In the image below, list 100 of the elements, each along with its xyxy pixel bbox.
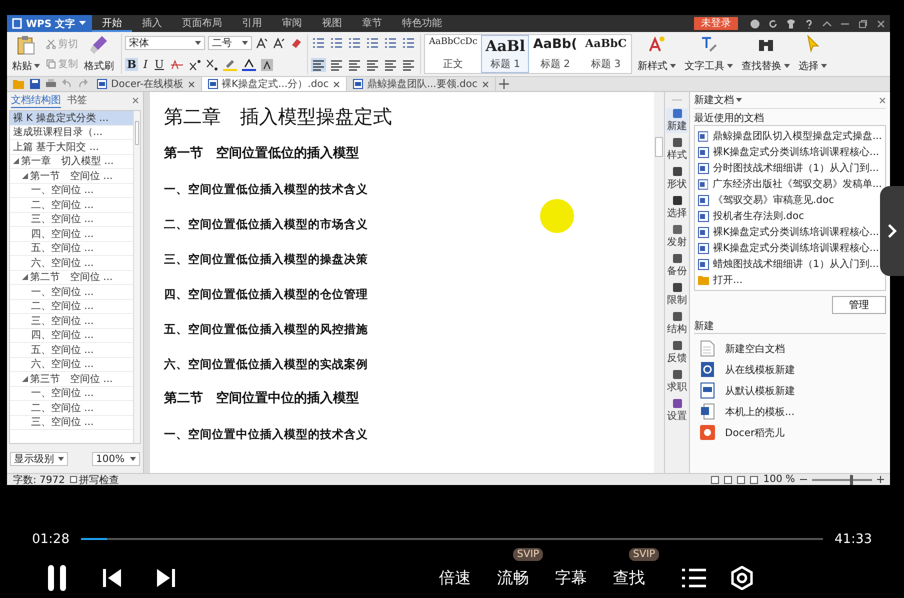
menu-tab[interactable]: 引用	[232, 15, 272, 32]
recent-document[interactable]: 裸K操盘定式分类训练培训课程核心...	[698, 144, 882, 160]
menu-tab[interactable]: 页面布局	[172, 15, 232, 32]
char-shading-icon[interactable]	[260, 58, 274, 72]
recent-document[interactable]: 蜡烛图技战术细细讲（1）从入门到...	[698, 256, 882, 272]
document-tab[interactable]: Docer-在线模板	[91, 77, 202, 91]
side-panel-handle[interactable]	[880, 186, 904, 276]
pane-title[interactable]: 新建文档	[694, 93, 742, 107]
side-tool-button[interactable]: 结构	[666, 311, 688, 336]
recent-document[interactable]: 《驾驭交易》审稿意见.doc	[698, 192, 882, 208]
paragraph-tool-icon[interactable]	[311, 36, 326, 50]
shirt-icon[interactable]	[786, 18, 796, 28]
new-document-option[interactable]: Docer稻壳儿	[694, 422, 886, 443]
refresh-icon[interactable]	[768, 18, 778, 28]
menu-tab[interactable]: 视图	[312, 15, 352, 32]
font-select[interactable]: 宋体	[125, 36, 205, 50]
close-icon[interactable]	[188, 80, 195, 88]
expander-icon[interactable]	[22, 274, 28, 280]
style-option[interactable]: AaBb( 标题 2	[529, 35, 582, 73]
paste-button[interactable]: 粘贴	[9, 34, 43, 74]
shrink-font-icon[interactable]	[272, 36, 286, 50]
side-tool-button[interactable]: 设置	[666, 398, 688, 423]
text-tools-button[interactable]: 文字工具	[682, 34, 736, 74]
recent-document[interactable]: 鼎鲸操盘团队切入模型操盘定式操盘...	[698, 128, 882, 144]
settings-icon[interactable]	[730, 566, 754, 590]
recent-document[interactable]: 裸K操盘定式分类训练培训课程核心...	[698, 240, 882, 256]
eraser-icon[interactable]	[289, 36, 303, 50]
align-icon[interactable]	[401, 58, 416, 72]
grow-font-icon[interactable]	[255, 36, 269, 50]
collapse-icon[interactable]	[822, 18, 832, 28]
menu-tab[interactable]: 开始	[92, 15, 132, 32]
menu-tab[interactable]: 特色功能	[392, 15, 452, 32]
close-icon[interactable]	[879, 96, 886, 104]
side-tool-button[interactable]: 选择	[666, 195, 688, 220]
side-tool-button[interactable]: 发射	[666, 224, 688, 249]
format-button[interactable]: B	[125, 58, 138, 72]
zoom-select[interactable]: 100%	[92, 452, 140, 466]
format-button[interactable]: I	[141, 58, 150, 72]
print-icon[interactable]	[46, 79, 56, 89]
expander-icon[interactable]	[22, 376, 28, 382]
format-button[interactable]: U	[152, 58, 166, 72]
restore-icon[interactable]	[858, 18, 868, 28]
pane-tab[interactable]: 文档结构图	[11, 92, 61, 108]
player-option[interactable]: 倍速	[439, 568, 471, 586]
align-icon[interactable]	[311, 58, 326, 72]
side-tool-button[interactable]: 求职	[666, 369, 688, 394]
side-tool-button[interactable]: 形状	[666, 166, 688, 191]
menu-tab[interactable]: 章节	[352, 15, 392, 32]
align-icon[interactable]	[329, 58, 344, 72]
scrollbar[interactable]	[654, 92, 664, 473]
strikethrough-icon[interactable]	[168, 58, 185, 72]
login-button[interactable]: 未登录	[694, 17, 738, 30]
close-icon[interactable]	[482, 80, 488, 88]
scrollbar[interactable]	[133, 111, 140, 443]
close-icon[interactable]	[332, 80, 340, 88]
new-document-option[interactable]: 从在线模板新建	[694, 359, 886, 380]
paragraph-tool-icon[interactable]	[383, 36, 398, 50]
font-size-select[interactable]: 二号	[208, 36, 252, 50]
outline-item[interactable]: 裸 K 操盘定式分类 ...	[10, 111, 133, 126]
recent-document[interactable]: 广东经济出版社《驾驭交易》发稿单...	[698, 176, 882, 192]
document-tab[interactable]: 鼎鲸操盘团队...要领.doc	[346, 77, 496, 91]
paragraph-tool-icon[interactable]	[347, 36, 362, 50]
style-option[interactable]: AaBl 标题 1	[481, 35, 530, 73]
app-menu-button[interactable]: WPS 文字	[7, 15, 92, 32]
player-option[interactable]: 流畅	[497, 568, 529, 586]
new-document-option[interactable]: 本机上的模板...	[694, 401, 886, 422]
expander-icon[interactable]	[13, 158, 19, 164]
document-tab[interactable]: 裸K操盘定式...分）.doc	[202, 77, 347, 91]
align-icon[interactable]	[347, 58, 362, 72]
side-tool-button[interactable]: 样式	[666, 137, 688, 162]
align-icon[interactable]	[383, 58, 398, 72]
pause-icon[interactable]	[46, 564, 68, 592]
find-replace-button[interactable]: 查找替换	[738, 34, 793, 74]
new-style-button[interactable]: 新样式	[634, 34, 679, 74]
zoom-in-icon[interactable]	[877, 476, 884, 483]
previous-icon[interactable]	[102, 568, 122, 588]
new-document-option[interactable]: 新建空白文档	[694, 338, 886, 359]
spell-check-checkbox[interactable]: 拼写检查	[70, 472, 119, 486]
subscript-icon[interactable]	[204, 58, 219, 72]
new-document-option[interactable]: 从默认模板新建	[694, 380, 886, 401]
player-option[interactable]: 字幕	[555, 568, 587, 586]
expander-icon[interactable]	[22, 172, 28, 179]
help-icon[interactable]	[804, 18, 814, 28]
menu-tab[interactable]: 审阅	[272, 15, 312, 32]
style-option[interactable]: AaBbC 标题 3	[581, 35, 631, 73]
side-tool-button[interactable]: 反馈	[666, 340, 688, 365]
recent-document[interactable]: 打开...	[698, 272, 882, 288]
superscript-icon[interactable]	[188, 58, 202, 72]
paragraph-tool-icon[interactable]	[329, 36, 344, 50]
highlighter-icon[interactable]	[222, 58, 238, 72]
paragraph-tool-icon[interactable]	[401, 36, 416, 50]
add-tab-icon[interactable]	[498, 79, 508, 89]
zoom-out-icon[interactable]	[800, 476, 807, 483]
player-option[interactable]: 查找	[613, 568, 645, 586]
font-color-icon[interactable]	[240, 58, 257, 72]
style-option[interactable]: AaBbCcDc 正文	[425, 35, 482, 73]
level-select[interactable]: 显示级别	[10, 452, 68, 466]
recent-document[interactable]: 裸K操盘定式分类训练培训课程核心...	[698, 224, 882, 240]
side-tool-button[interactable]: 限制	[666, 282, 688, 307]
paragraph-tool-icon[interactable]	[365, 36, 380, 50]
